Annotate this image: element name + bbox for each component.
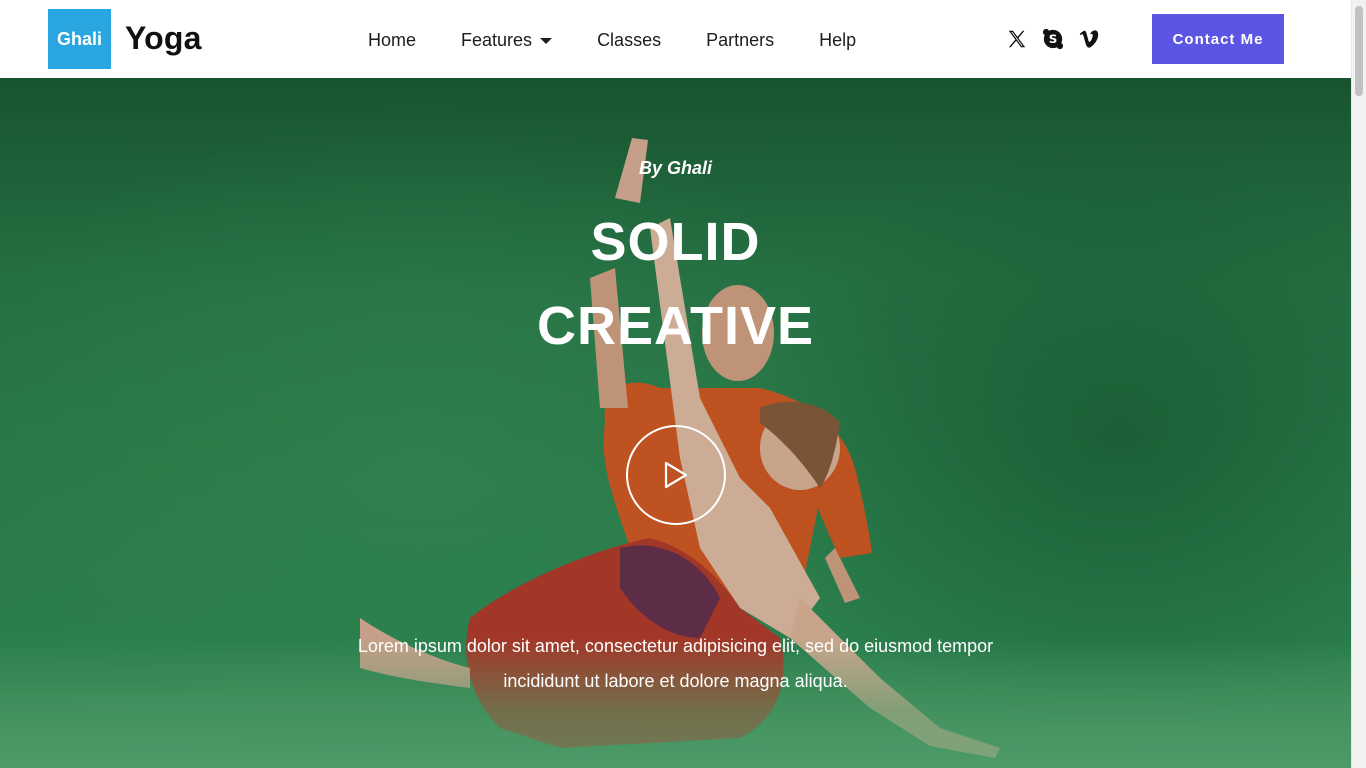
- nav-item-features[interactable]: Features: [461, 28, 553, 52]
- x-twitter-icon[interactable]: [1005, 27, 1029, 51]
- nav-item-home[interactable]: Home: [368, 28, 416, 52]
- nav-item-label: Home: [368, 30, 417, 50]
- scrollbar-thumb[interactable]: [1355, 6, 1363, 96]
- nav-item-partners[interactable]: Partners: [706, 28, 774, 52]
- logo-badge[interactable]: Ghali: [48, 9, 111, 69]
- chevron-down-icon: [540, 38, 553, 44]
- skype-icon[interactable]: S: [1041, 27, 1065, 51]
- hero-description: Lorem ipsum dolor sit amet, consectetur …: [357, 636, 994, 691]
- nav-item-classes[interactable]: Classes: [597, 28, 661, 52]
- vimeo-icon[interactable]: [1077, 27, 1101, 51]
- hero-title-line2: CREATIVE: [536, 296, 815, 356]
- nav-item-label: Help: [819, 30, 857, 50]
- svg-text:S: S: [1049, 32, 1058, 46]
- play-video-button[interactable]: [626, 425, 726, 525]
- contact-me-button[interactable]: Contact Me: [1152, 14, 1284, 64]
- hero-byline: By Ghali: [638, 158, 713, 178]
- nav-item-label: Partners: [706, 30, 775, 50]
- nav-item-label: Classes: [597, 30, 662, 50]
- logo-text[interactable]: Yoga: [125, 22, 202, 54]
- social-links: S: [1005, 27, 1101, 51]
- hero-section: By Ghali SOLID CREATIVE Lorem ipsum dolo…: [0, 78, 1351, 768]
- main-nav: Home Features Classes Partners Help: [368, 28, 856, 52]
- play-icon: [664, 461, 688, 489]
- nav-item-help[interactable]: Help: [819, 28, 856, 52]
- page-scrollbar[interactable]: [1351, 0, 1366, 768]
- nav-item-label: Features: [461, 30, 533, 50]
- site-header: Ghali Yoga Home Features Classes Partner…: [0, 0, 1351, 78]
- hero-title-line1: SOLID: [590, 212, 761, 272]
